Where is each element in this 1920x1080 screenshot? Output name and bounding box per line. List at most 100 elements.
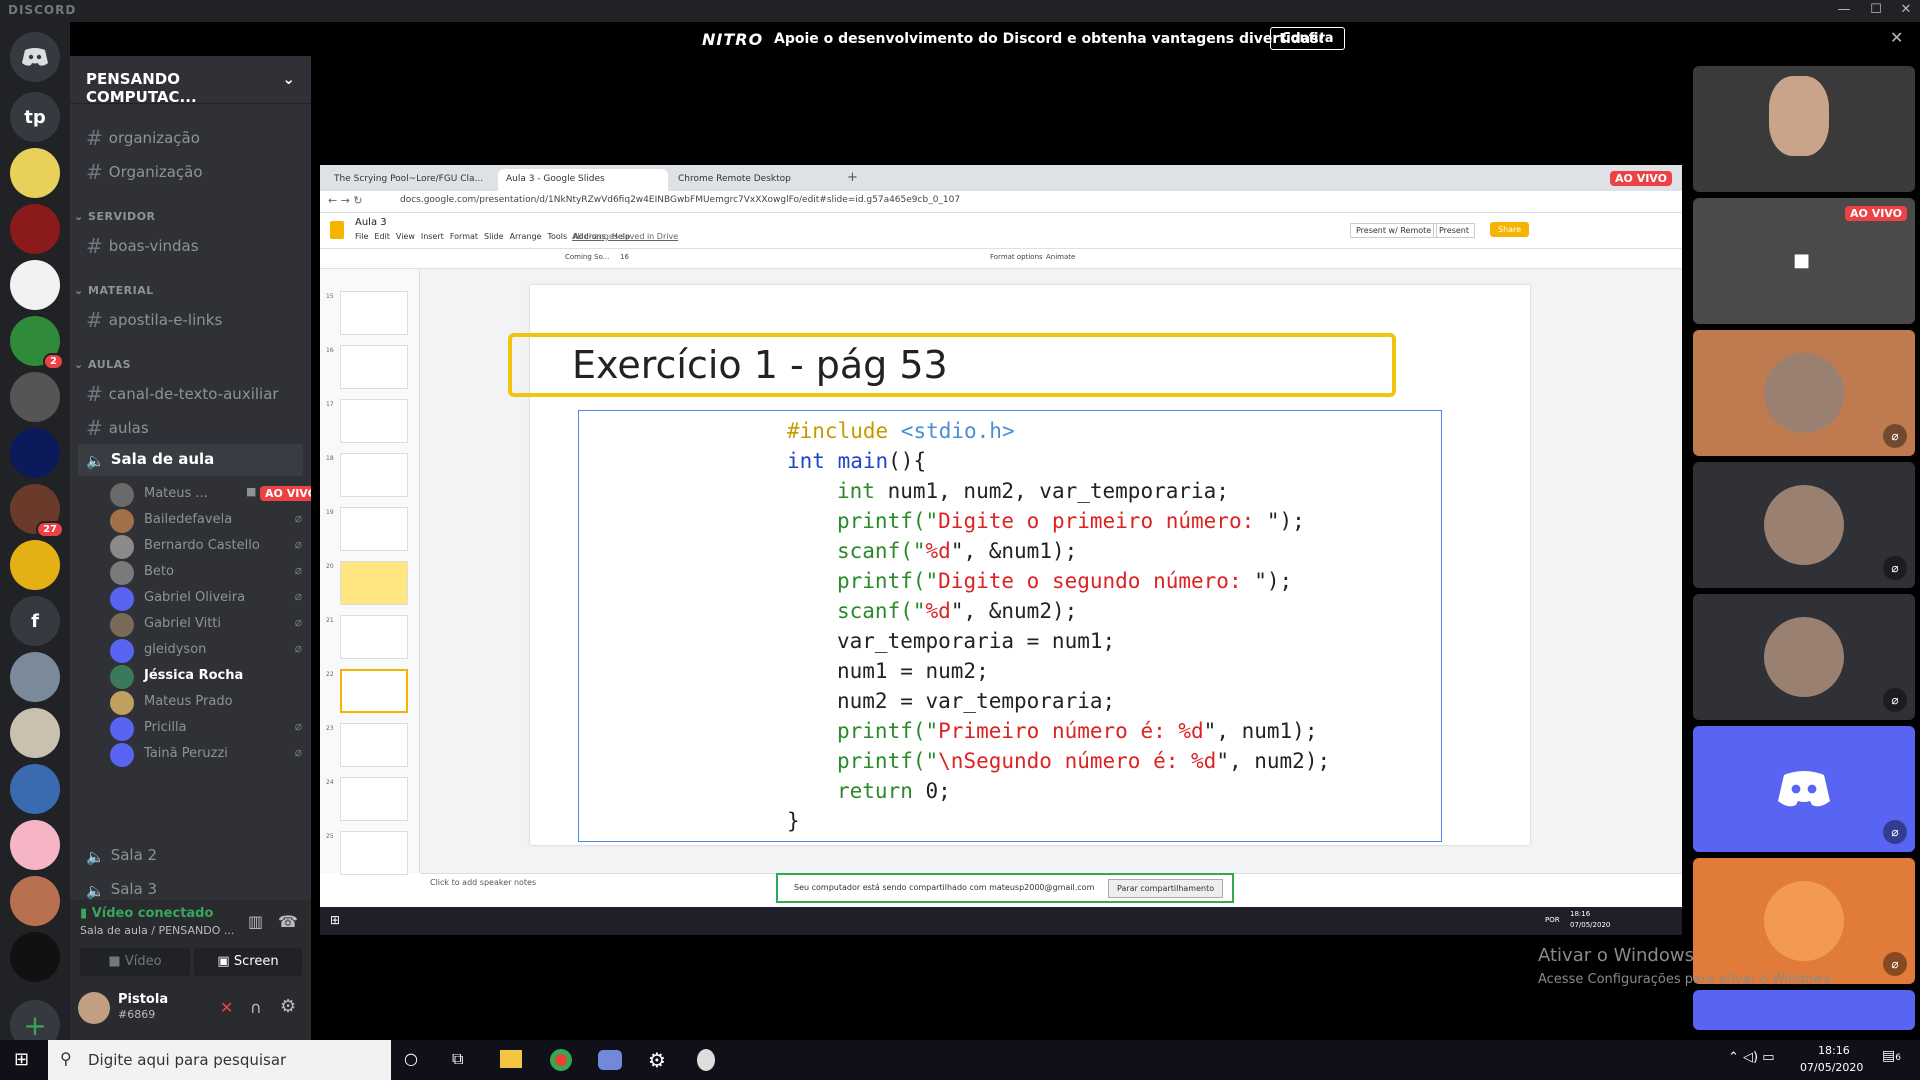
participant-tile[interactable]: ⌀ (1693, 594, 1915, 720)
minimize-button[interactable]: — (1830, 2, 1858, 17)
slide-thumbnail[interactable] (340, 561, 408, 605)
server-icon[interactable] (10, 260, 60, 310)
menu-item[interactable]: Format (450, 232, 478, 241)
slide-thumbnail[interactable] (340, 345, 408, 389)
video-button[interactable]: ■ Vídeo (80, 948, 190, 976)
slide-thumbnail[interactable] (340, 831, 408, 875)
text-channel[interactable]: # apostila-e-links (78, 302, 303, 334)
slide-thumbnail[interactable] (340, 723, 408, 767)
server-icon[interactable] (10, 876, 60, 926)
menu-item[interactable]: Slide (484, 232, 504, 241)
url-bar[interactable]: docs.google.com/presentation/d/1NkNtyRZw… (400, 195, 960, 205)
cortana-icon[interactable]: ○ (404, 1049, 418, 1068)
text-channel[interactable]: # boas-vindas (78, 228, 303, 260)
windows-start-icon[interactable]: ⊞ (14, 1049, 29, 1070)
slide-title-box[interactable]: Exercício 1 - pág 53 (508, 333, 1396, 397)
slide-thumbnail[interactable] (340, 615, 408, 659)
participant-tile[interactable]: ⌀ (1693, 330, 1915, 456)
settings-taskbar-icon[interactable]: ⚙ (648, 1048, 666, 1072)
present-remote-button[interactable]: Present w/ Remote (1350, 223, 1438, 238)
stop-sharing-button[interactable]: Parar compartilhamento (1108, 879, 1224, 898)
slide-thumbnail[interactable] (340, 291, 408, 335)
menu-item[interactable]: Edit (374, 232, 390, 241)
server-header[interactable]: PENSANDO COMPUTAC... ⌄ (70, 56, 311, 106)
text-channel[interactable]: # aulas (78, 410, 303, 442)
chrome-icon[interactable] (550, 1049, 572, 1071)
font-select[interactable]: Coming So... (565, 253, 609, 261)
menu-item[interactable]: View (396, 232, 415, 241)
tray-icons[interactable]: ⌃ ◁) ▭ (1728, 1050, 1775, 1065)
format-options-button[interactable]: Format options (990, 253, 1043, 261)
server-icon[interactable] (10, 764, 60, 814)
menu-item[interactable]: Insert (421, 232, 444, 241)
slide-thumbnail[interactable] (340, 507, 408, 551)
remote-start-icon[interactable]: ⊞ (330, 913, 340, 927)
nav-arrows-icon[interactable]: ← → ↻ (328, 194, 363, 207)
close-button[interactable]: ✕ (1892, 2, 1920, 17)
server-icon[interactable] (10, 932, 60, 982)
voice-user[interactable]: Tainã Peruzzi ⌀ (110, 740, 310, 770)
category-servidor[interactable]: ⌄ SERVIDOR (74, 210, 156, 223)
server-icon[interactable]: f (10, 596, 60, 646)
server-icon[interactable] (10, 652, 60, 702)
text-channel[interactable]: # Organização (78, 154, 303, 186)
settings-gear-icon[interactable]: ⚙ (280, 996, 296, 1017)
mute-mic-icon[interactable]: ✕ (220, 998, 233, 1017)
menu-item[interactable]: Tools (547, 232, 567, 241)
font-size-select[interactable]: 16 (620, 253, 629, 261)
code-textbox[interactable]: #include <stdio.h> int main(){ int num1,… (578, 410, 1442, 842)
app-taskbar-icon[interactable] (697, 1049, 715, 1071)
slide-thumbnail[interactable] (340, 453, 408, 497)
slide[interactable]: Exercício 1 - pág 53 #include <stdio.h> … (508, 285, 1530, 845)
participant-tile[interactable]: ⌀ (1693, 462, 1915, 588)
saved-status[interactable]: All changes saved in Drive (572, 232, 678, 241)
nitro-close-icon[interactable]: ✕ (1890, 28, 1903, 47)
taskbar-search[interactable]: ⚲ Digite aqui para pesquisar (48, 1040, 391, 1080)
server-icon[interactable] (10, 148, 60, 198)
server-icon[interactable] (10, 540, 60, 590)
participant-tile[interactable] (1693, 66, 1915, 192)
avatar[interactable] (78, 992, 110, 1024)
text-channel[interactable]: # organização (78, 120, 303, 152)
nitro-cta-button[interactable]: Confira (1270, 27, 1345, 50)
server-icon[interactable]: tp (10, 92, 60, 142)
participant-tile[interactable]: ⌀ (1693, 726, 1915, 852)
server-icon[interactable] (10, 820, 60, 870)
server-icon[interactable] (10, 372, 60, 422)
soundboard-icon[interactable]: ▥ (248, 912, 263, 931)
voice-channel-active[interactable]: 🔈 Sala de aula (78, 444, 303, 476)
notification-icon[interactable]: ▤6 (1882, 1048, 1901, 1064)
participant-tile[interactable]: AO VIVO ■ (1693, 198, 1915, 324)
discord-taskbar-icon[interactable] (598, 1050, 622, 1070)
text-channel[interactable]: # canal-de-texto-auxiliar (78, 376, 303, 408)
task-view-icon[interactable]: ⧉ (452, 1049, 463, 1069)
participant-tile[interactable] (1693, 990, 1915, 1030)
server-icon[interactable] (10, 204, 60, 254)
slide-thumbnail[interactable] (340, 399, 408, 443)
slide-thumbnail[interactable] (340, 669, 408, 713)
file-explorer-icon[interactable] (500, 1050, 522, 1068)
screen-button[interactable]: ▣ Screen (194, 948, 302, 976)
server-icon[interactable]: 27 (10, 484, 64, 538)
shared-screen[interactable]: The Scrying Pool~Lore/FGU Cla... Aula 3 … (320, 165, 1682, 935)
home-button[interactable] (10, 32, 60, 82)
category-aulas[interactable]: ⌄ AULAS (74, 358, 131, 371)
browser-tab[interactable]: The Scrying Pool~Lore/FGU Cla... (326, 169, 496, 191)
participant-tile[interactable]: ⌀ (1693, 858, 1915, 984)
doc-title[interactable]: Aula 3 (355, 217, 387, 228)
server-icon[interactable]: 2 (10, 316, 64, 370)
server-icon[interactable] (10, 428, 60, 478)
browser-tab[interactable]: Chrome Remote Desktop (670, 169, 840, 191)
voice-channel[interactable]: 🔈 Sala 2 (78, 840, 303, 872)
menu-item[interactable]: Arrange (510, 232, 542, 241)
slide-thumbnail[interactable] (340, 777, 408, 821)
headphones-icon[interactable]: ∩ (250, 998, 262, 1017)
maximize-button[interactable]: ☐ (1862, 2, 1890, 17)
present-button[interactable]: Present (1433, 223, 1476, 238)
animate-button[interactable]: Animate (1046, 253, 1075, 261)
new-tab-icon[interactable]: + (847, 170, 858, 185)
category-material[interactable]: ⌄ MATERIAL (74, 284, 154, 297)
share-button[interactable]: Share (1490, 222, 1530, 237)
disconnect-icon[interactable]: ☎ (278, 912, 298, 931)
browser-tab-active[interactable]: Aula 3 - Google Slides (498, 169, 668, 191)
